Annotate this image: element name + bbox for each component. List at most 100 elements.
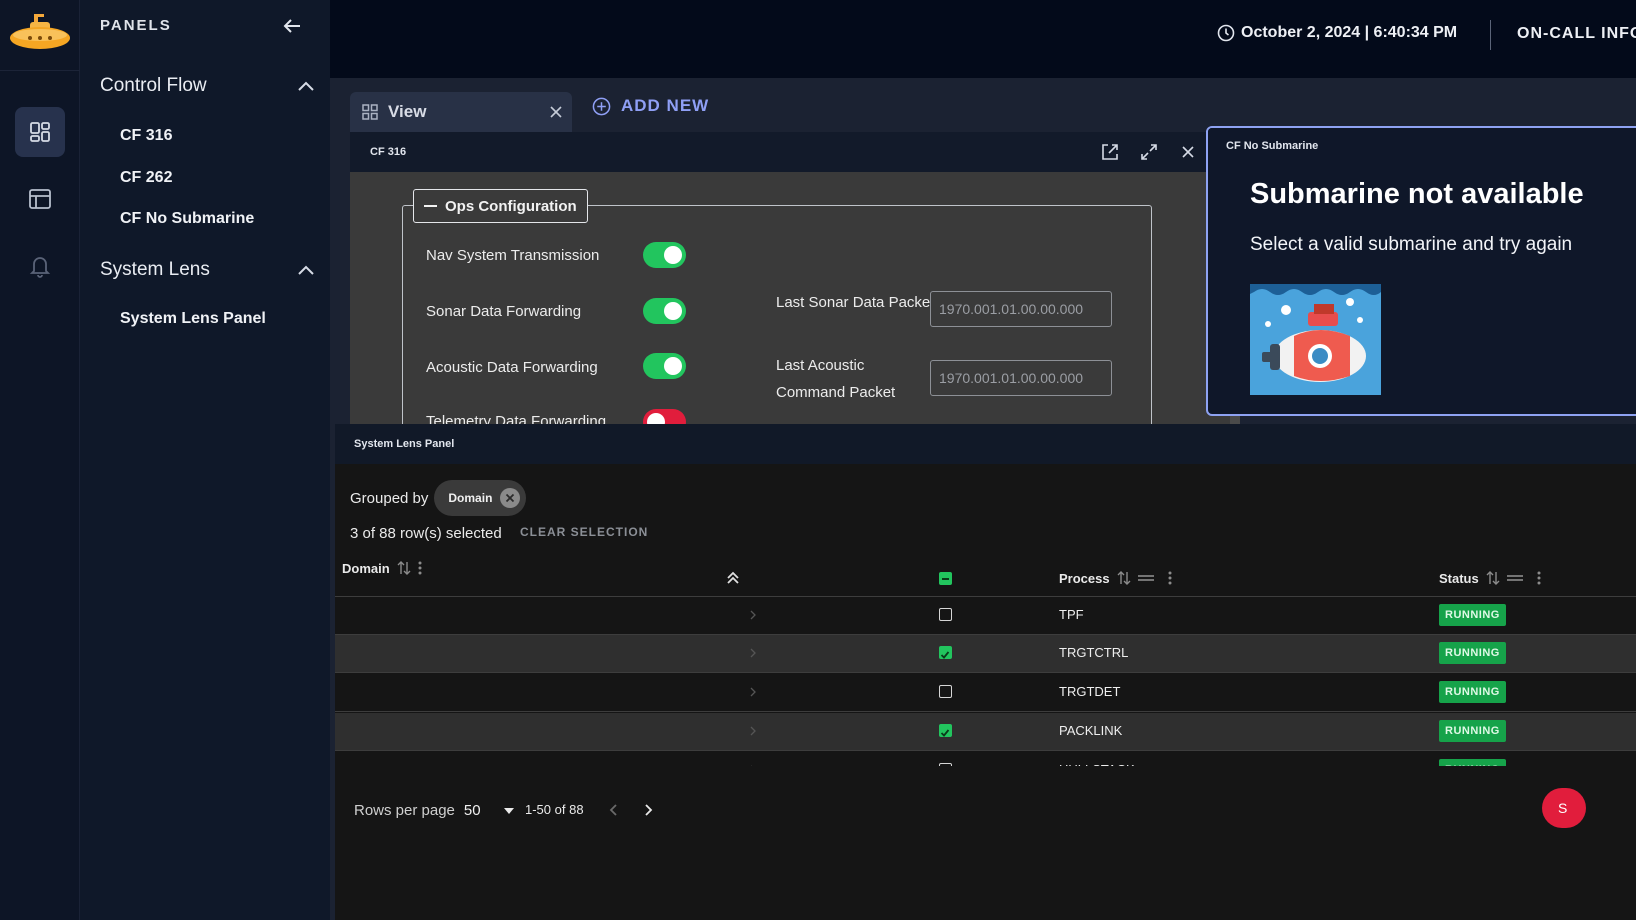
column-label: Domain	[342, 560, 390, 576]
collapse-all-icon[interactable]	[726, 571, 740, 585]
grouped-by: Grouped by Domain	[350, 480, 527, 516]
layout-icon[interactable]	[15, 174, 65, 224]
sort-icon[interactable]	[1116, 569, 1132, 587]
on-call-info-button[interactable]: ON-CALL INFO	[1517, 25, 1636, 43]
clock-icon	[1217, 24, 1235, 42]
legend-label: Ops Configuration	[445, 197, 577, 215]
empty-state-message: Select a valid submarine and try again	[1250, 234, 1573, 255]
tab-view[interactable]: View	[350, 92, 572, 132]
filter-lines-icon[interactable]	[1506, 573, 1523, 583]
table-row[interactable]: TRGTDET RUNNING	[335, 674, 1636, 712]
column-menu-icon[interactable]	[418, 561, 422, 575]
datetime-text: October 2, 2024 | 6:40:34 PM	[1241, 24, 1458, 41]
close-icon[interactable]	[1178, 142, 1198, 162]
column-menu-icon[interactable]	[1168, 571, 1172, 585]
main-area: View ADD NEW CF 316 Ops Configuration Na…	[330, 78, 1636, 920]
card-title: CF No Submarine	[1226, 140, 1319, 152]
top-bar: October 2, 2024 | 6:40:34 PM ON-CALL INF…	[330, 0, 1636, 78]
toggle-label: Acoustic Data Forwarding	[426, 359, 598, 376]
card-title: CF 316	[370, 146, 407, 158]
sort-icon[interactable]	[396, 559, 412, 577]
toggle-label: Sonar Data Forwarding	[426, 303, 582, 320]
sort-icon[interactable]	[1485, 569, 1501, 587]
nav-system-transmission-toggle[interactable]	[643, 242, 686, 268]
column-label: Status	[1439, 570, 1479, 586]
last-sonar-packet-field[interactable]	[930, 291, 1112, 327]
filter-lines-icon[interactable]	[1137, 573, 1154, 583]
chevron-right-icon[interactable]	[748, 647, 758, 659]
chevron-right-icon[interactable]	[748, 725, 758, 737]
add-new-button[interactable]: ADD NEW	[592, 96, 709, 116]
sidebar-item-cf-316[interactable]: CF 316	[120, 127, 172, 145]
collapse-arrow-icon[interactable]	[280, 14, 304, 38]
icon-rail	[0, 0, 80, 920]
plus-circle-icon	[592, 97, 611, 115]
row-checkbox[interactable]	[939, 608, 952, 621]
table-row[interactable]: TPF RUNNING	[335, 597, 1636, 635]
rows-per-page-label: Rows per page	[354, 802, 455, 819]
sidebar-item-cf-262[interactable]: CF 262	[120, 169, 172, 187]
last-acoustic-packet-field[interactable]	[930, 360, 1112, 396]
table-footer: Rows per page 50 1-50 of 88 S	[335, 766, 1636, 920]
card-body: Grouped by Domain 3 of 88 row(s) selecte…	[335, 464, 1636, 920]
status-badge: RUNNING	[1439, 681, 1506, 703]
column-header-status[interactable]: Status	[1439, 569, 1541, 587]
group-chip-domain[interactable]: Domain	[434, 480, 527, 516]
tab-label: View	[388, 102, 427, 121]
ops-configuration-legend[interactable]: Ops Configuration	[413, 189, 588, 223]
rows-per-page: Rows per page 50	[354, 802, 514, 819]
close-icon[interactable]	[548, 104, 564, 120]
toggle-label: Nav System Transmission	[426, 247, 600, 264]
submarine-logo[interactable]	[8, 10, 72, 54]
chevron-right-icon[interactable]	[748, 686, 758, 698]
bell-icon[interactable]	[15, 241, 65, 291]
panels-sidebar: PANELS Control Flow CF 316 CF 262 CF No …	[80, 0, 330, 920]
section-control-flow[interactable]: Control Flow	[100, 71, 315, 101]
clear-selection-button[interactable]: CLEAR SELECTION	[520, 525, 648, 539]
process-name: PACKLINK	[1059, 723, 1123, 738]
column-header-process[interactable]: Process	[1059, 569, 1172, 587]
floating-action-button[interactable]: S	[1542, 788, 1586, 828]
acoustic-data-forwarding-toggle[interactable]	[643, 353, 686, 379]
row-checkbox[interactable]	[939, 646, 952, 659]
next-page-icon[interactable]	[641, 802, 655, 818]
status-badge: RUNNING	[1439, 604, 1506, 626]
rail-divider	[0, 70, 80, 71]
column-label: Process	[1059, 570, 1110, 586]
empty-state-heading: Submarine not available	[1250, 178, 1584, 210]
open-external-icon[interactable]	[1100, 142, 1120, 162]
sonar-data-forwarding-toggle[interactable]	[643, 298, 686, 324]
cf-no-submarine-card: CF No Submarine Submarine not available …	[1206, 126, 1636, 416]
card-header: System Lens Panel	[335, 424, 1636, 464]
rows-per-page-select[interactable]: 50	[464, 802, 481, 819]
panels-icon[interactable]	[15, 107, 65, 157]
section-label: System Lens	[100, 259, 210, 280]
process-name: TRGTCTRL	[1059, 645, 1129, 660]
sidebar-item-system-lens-panel[interactable]: System Lens Panel	[120, 310, 266, 328]
add-new-label: ADD NEW	[621, 96, 710, 115]
table-row[interactable]: TRGTCTRL RUNNING	[335, 635, 1636, 673]
status-badge: RUNNING	[1439, 720, 1506, 742]
grid-icon	[362, 104, 378, 120]
table-row[interactable]: PACKLINK RUNNING	[335, 713, 1636, 751]
card-title: System Lens Panel	[354, 438, 455, 450]
section-system-lens[interactable]: System Lens	[100, 255, 315, 285]
page-range: 1-50 of 88	[525, 802, 584, 817]
caret-down-icon[interactable]	[503, 807, 514, 814]
expand-icon[interactable]	[1139, 142, 1159, 162]
row-checkbox[interactable]	[939, 724, 952, 737]
row-checkbox[interactable]	[939, 685, 952, 698]
previous-page-icon[interactable]	[607, 802, 621, 818]
select-all-checkbox[interactable]	[939, 572, 952, 585]
system-lens-card: System Lens Panel Grouped by Domain 3 of…	[335, 424, 1636, 920]
field-label: Last Sonar Data Packet	[776, 294, 935, 311]
card-header: CF 316	[350, 132, 1240, 172]
column-menu-icon[interactable]	[1537, 571, 1541, 585]
column-header-domain[interactable]: Domain	[342, 559, 422, 577]
section-label: Control Flow	[100, 75, 207, 96]
remove-chip-icon[interactable]	[500, 488, 521, 508]
field-label: Last Acoustic Command Packet	[776, 357, 896, 401]
chevron-right-icon[interactable]	[748, 609, 758, 621]
topbar-divider	[1490, 20, 1491, 50]
sidebar-item-cf-no-submarine[interactable]: CF No Submarine	[120, 210, 254, 228]
